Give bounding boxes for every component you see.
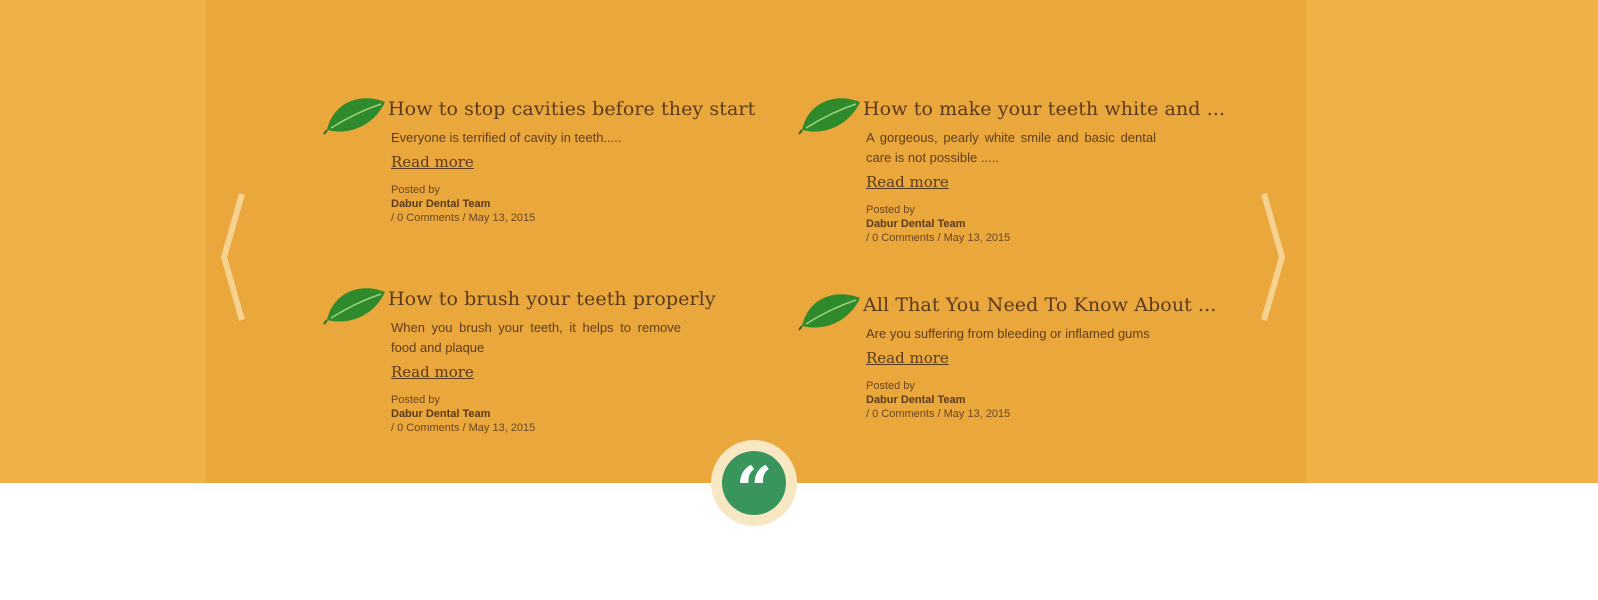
read-more-link[interactable]: Read more [391, 152, 474, 172]
post-stats: / 0 Comments / May 13, 2015 [391, 422, 536, 434]
read-more-link[interactable]: Read more [866, 172, 949, 192]
post-excerpt: When you brush your teeth, it helps to r… [391, 320, 681, 355]
post-author: Dabur Dental Team [391, 408, 491, 420]
chevron-left-icon [220, 193, 245, 321]
post-stats: / 0 Comments / May 13, 2015 [866, 408, 1011, 420]
read-more-link[interactable]: Read more [866, 348, 949, 368]
post-author: Dabur Dental Team [866, 218, 966, 230]
posted-by-label: Posted by [866, 204, 915, 216]
read-more-link[interactable]: Read more [391, 362, 474, 382]
post-stats: / 0 Comments / May 13, 2015 [866, 232, 1011, 244]
posted-by-label: Posted by [391, 184, 440, 196]
post-excerpt: Are you suffering from bleeding or infla… [866, 326, 1150, 341]
post-excerpt: Everyone is terrified of cavity in teeth… [391, 130, 622, 145]
quote-icon: “ [722, 451, 786, 523]
post-meta: Posted by Dabur Dental Team / 0 Comments… [391, 393, 681, 435]
post-meta: Posted by Dabur Dental Team / 0 Comments… [391, 183, 681, 225]
post-author: Dabur Dental Team [391, 198, 491, 210]
posted-by-label: Posted by [391, 394, 440, 406]
post-stats: / 0 Comments / May 13, 2015 [391, 212, 536, 224]
leaf-icon [798, 92, 862, 136]
carousel-prev-button[interactable] [216, 192, 256, 322]
post-title[interactable]: How to brush your teeth properly [388, 288, 716, 310]
post-meta: Posted by Dabur Dental Team / 0 Comments… [866, 379, 1156, 421]
post-author: Dabur Dental Team [866, 394, 966, 406]
carousel-next-button[interactable] [1250, 192, 1290, 322]
quote-glyph: “ [735, 453, 773, 528]
post-title[interactable]: All That You Need To Know About ... [863, 294, 1216, 316]
leaf-icon [323, 92, 387, 136]
post-excerpt: A gorgeous, pearly white smile and basic… [866, 130, 1156, 165]
leaf-icon [798, 288, 862, 332]
post-meta: Posted by Dabur Dental Team / 0 Comments… [866, 203, 1156, 245]
post-title[interactable]: How to make your teeth white and ... [863, 98, 1225, 120]
post-title[interactable]: How to stop cavities before they start [388, 98, 755, 120]
chevron-right-icon [1261, 193, 1286, 321]
leaf-icon [323, 282, 387, 326]
posted-by-label: Posted by [866, 380, 915, 392]
